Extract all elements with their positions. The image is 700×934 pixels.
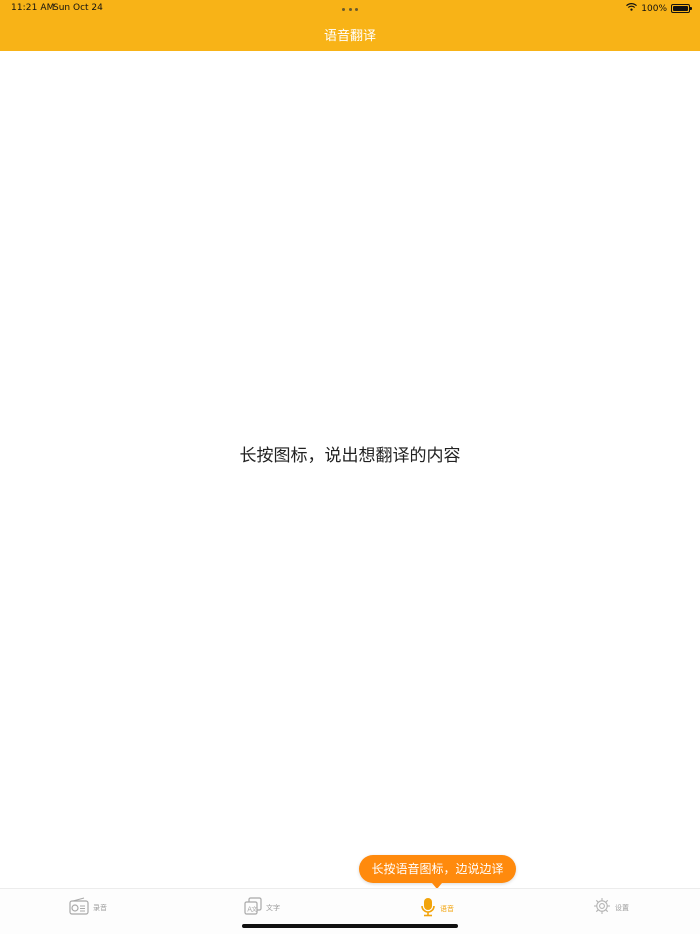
dot <box>348 8 352 11</box>
instruction-text: 长按图标，说出想翻译的内容 <box>239 446 461 466</box>
tab-voice[interactable]: 语音 <box>420 897 454 921</box>
battery-percent: 100% <box>641 3 667 14</box>
status-time: 11:21 AM <box>11 3 55 13</box>
wifi-icon <box>626 3 638 14</box>
tab-settings[interactable]: 设置 <box>593 897 629 919</box>
page-title: 语音翻译 <box>323 29 376 44</box>
tab-label: 录音 <box>93 904 107 912</box>
voice-tooltip: 长按语音图标，边说边译 <box>359 855 516 889</box>
status-right: 100% <box>626 3 692 14</box>
dot <box>355 8 358 11</box>
voice-translate-screen: 11:21 AM Sun Oct 24 100% 语音翻译 长按图标，说出想翻译… <box>0 0 700 934</box>
battery-icon <box>671 4 692 13</box>
tab-label: 设置 <box>615 904 629 912</box>
tab-label: 语音 <box>440 905 454 913</box>
multitasking-dots[interactable] <box>342 8 358 11</box>
home-indicator[interactable] <box>242 924 458 928</box>
tab-text[interactable]: A 文 文字 <box>244 897 280 919</box>
radio-icon <box>69 897 89 919</box>
status-date: Sun Oct 24 <box>53 3 103 13</box>
tab-label: 文字 <box>266 904 280 912</box>
top-bar: 11:21 AM Sun Oct 24 100% 语音翻译 <box>0 0 700 51</box>
tab-record[interactable]: 录音 <box>69 897 107 919</box>
microphone-icon <box>420 897 436 921</box>
dot <box>342 8 345 11</box>
gear-icon <box>593 897 611 919</box>
text-translate-icon: A 文 <box>244 897 262 919</box>
svg-text:文: 文 <box>251 906 257 914</box>
